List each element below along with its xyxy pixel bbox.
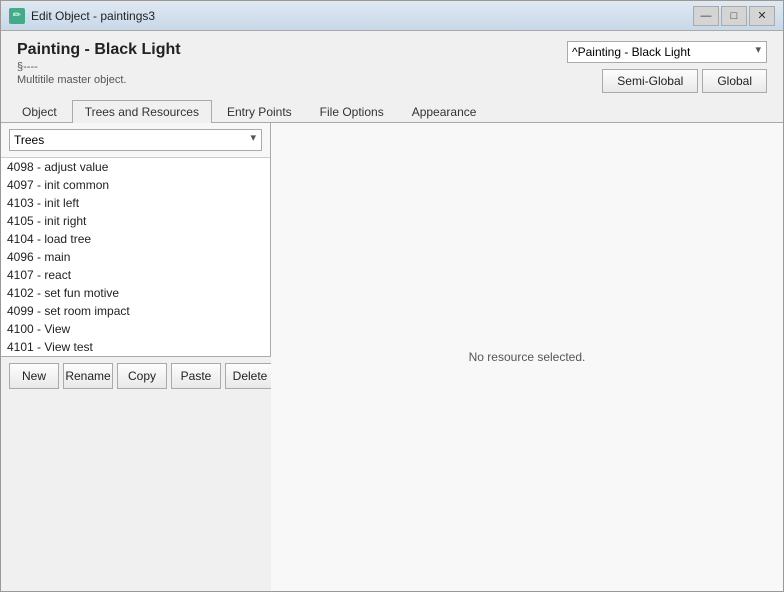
list-item[interactable]: 4101 - View test	[1, 338, 270, 356]
copy-button[interactable]: Copy	[117, 363, 167, 389]
app-icon: ✏	[9, 8, 25, 24]
rename-button[interactable]: Rename	[63, 363, 113, 389]
list-item[interactable]: 4107 - react	[1, 266, 270, 284]
tab-entry-points[interactable]: Entry Points	[214, 100, 305, 123]
tab-file-options[interactable]: File Options	[307, 100, 397, 123]
list-item[interactable]: 4097 - init common	[1, 176, 270, 194]
object-info: Painting - Black Light §---- Multitile m…	[17, 41, 181, 86]
title-bar-left: ✏ Edit Object - paintings3	[9, 8, 155, 24]
painting-dropdown-wrapper: ^Painting - Black Light	[567, 41, 767, 63]
list-item[interactable]: 4104 - load tree	[1, 230, 270, 248]
header-area: Painting - Black Light §---- Multitile m…	[1, 31, 783, 99]
list-item[interactable]: 4096 - main	[1, 248, 270, 266]
global-button[interactable]: Global	[702, 69, 767, 93]
object-name: Painting - Black Light	[17, 41, 181, 59]
list-item[interactable]: 4100 - View	[1, 320, 270, 338]
semi-global-button[interactable]: Semi-Global	[602, 69, 698, 93]
delete-button[interactable]: Delete	[225, 363, 275, 389]
tree-list: 4098 - adjust value 4097 - init common 4…	[1, 158, 270, 356]
maximize-button[interactable]: □	[721, 6, 747, 26]
right-panel: No resource selected.	[271, 123, 783, 591]
header-top: Painting - Black Light §---- Multitile m…	[17, 41, 767, 93]
tab-object[interactable]: Object	[9, 100, 70, 123]
list-item[interactable]: 4102 - set fun motive	[1, 284, 270, 302]
object-id: §----	[17, 61, 181, 73]
list-item[interactable]: 4098 - adjust value	[1, 158, 270, 176]
content-area: Trees 4098 - adjust value 4097 - init co…	[1, 123, 783, 591]
trees-dropdown[interactable]: Trees	[9, 129, 262, 151]
trees-dropdown-bar: Trees	[1, 123, 270, 158]
title-controls: — □ ✕	[693, 6, 775, 26]
window-title: Edit Object - paintings3	[31, 9, 155, 23]
left-panel: Trees 4098 - adjust value 4097 - init co…	[1, 123, 271, 356]
minimize-button[interactable]: —	[693, 6, 719, 26]
tab-appearance[interactable]: Appearance	[399, 100, 490, 123]
header-buttons: Semi-Global Global	[602, 69, 767, 93]
close-button[interactable]: ✕	[749, 6, 775, 26]
header-right: ^Painting - Black Light Semi-Global Glob…	[567, 41, 767, 93]
list-item[interactable]: 4103 - init left	[1, 194, 270, 212]
bottom-toolbar: New Rename Copy Paste Delete	[1, 356, 271, 395]
painting-dropdown[interactable]: ^Painting - Black Light	[567, 41, 767, 63]
title-bar: ✏ Edit Object - paintings3 — □ ✕	[1, 1, 783, 31]
object-type: Multitile master object.	[17, 74, 181, 86]
new-button[interactable]: New	[9, 363, 59, 389]
no-resource-message: No resource selected.	[469, 350, 586, 364]
trees-select-wrapper: Trees	[9, 129, 262, 151]
list-item[interactable]: 4105 - init right	[1, 212, 270, 230]
tab-trees-resources[interactable]: Trees and Resources	[72, 100, 212, 123]
list-item[interactable]: 4099 - set room impact	[1, 302, 270, 320]
paste-button[interactable]: Paste	[171, 363, 221, 389]
left-panel-container: Trees 4098 - adjust value 4097 - init co…	[1, 123, 271, 591]
main-window: ✏ Edit Object - paintings3 — □ ✕ Paintin…	[0, 0, 784, 592]
tabs-bar: Object Trees and Resources Entry Points …	[1, 99, 783, 123]
